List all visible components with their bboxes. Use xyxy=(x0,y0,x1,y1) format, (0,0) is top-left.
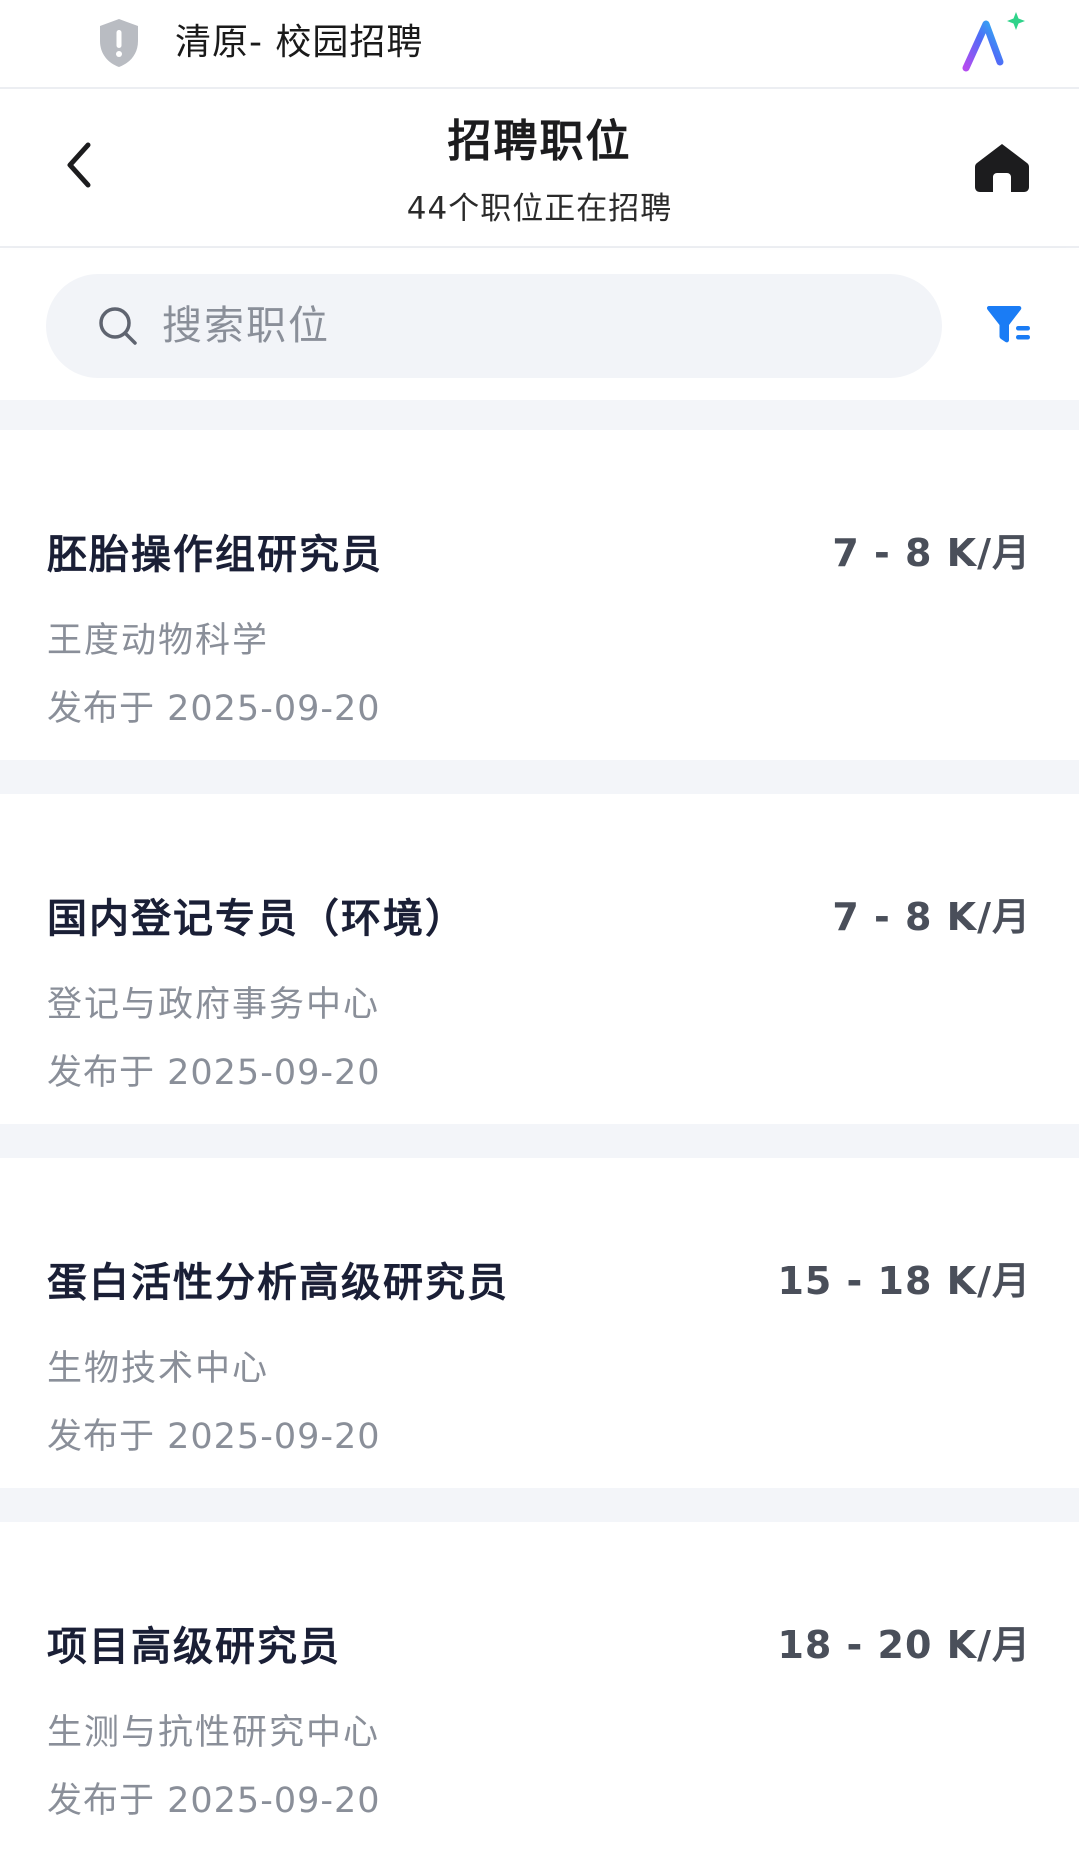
job-title: 项目高级研究员 xyxy=(47,1624,341,1670)
position-count: 44个职位正在招聘 xyxy=(406,191,673,227)
browser-top-bar: 清原- 校园招聘 xyxy=(0,0,1079,89)
job-title: 国内登记专员（环境） xyxy=(47,896,467,942)
shield-alert-icon[interactable] xyxy=(96,17,142,69)
job-salary: 15 - 18 K/月 xyxy=(777,1259,1031,1303)
job-post-date: 发布于 2025-09-20 xyxy=(47,1781,381,1821)
page-title: 招聘职位 xyxy=(447,116,632,167)
site-name: 清原- 校园招聘 xyxy=(175,22,424,63)
job-post-date: 发布于 2025-09-20 xyxy=(47,1417,381,1457)
job-card[interactable]: 胚胎操作组研究员 7 - 8 K/月 王度动物科学 发布于 2025-09-20 xyxy=(0,430,1079,760)
search-input[interactable] xyxy=(160,290,900,362)
ai-sparkle-icon[interactable] xyxy=(960,10,1030,76)
job-salary: 18 - 20 K/月 xyxy=(777,1623,1031,1667)
job-card[interactable]: 项目高级研究员 18 - 20 K/月 生测与抗性研究中心 发布于 2025-0… xyxy=(0,1522,1079,1849)
job-salary: 7 - 8 K/月 xyxy=(832,531,1031,575)
job-department: 王度动物科学 xyxy=(47,621,270,661)
search-bar xyxy=(0,250,1079,400)
job-department: 生测与抗性研究中心 xyxy=(47,1713,381,1753)
job-salary: 7 - 8 K/月 xyxy=(832,895,1031,939)
job-post-date: 发布于 2025-09-20 xyxy=(47,689,381,729)
home-icon[interactable] xyxy=(974,141,1030,193)
search-box[interactable] xyxy=(46,274,942,378)
page-header: 招聘职位 44个职位正在招聘 xyxy=(0,91,1079,248)
job-department: 生物技术中心 xyxy=(47,1349,270,1389)
job-title: 胚胎操作组研究员 xyxy=(47,532,383,578)
job-list: 胚胎操作组研究员 7 - 8 K/月 王度动物科学 发布于 2025-09-20… xyxy=(0,400,1079,1849)
search-icon xyxy=(99,307,137,345)
filter-icon[interactable] xyxy=(986,300,1034,348)
job-title: 蛋白活性分析高级研究员 xyxy=(47,1260,509,1306)
job-department: 登记与政府事务中心 xyxy=(47,985,381,1025)
job-post-date: 发布于 2025-09-20 xyxy=(47,1053,381,1093)
job-card[interactable]: 蛋白活性分析高级研究员 15 - 18 K/月 生物技术中心 发布于 2025-… xyxy=(0,1158,1079,1488)
job-card[interactable]: 国内登记专员（环境） 7 - 8 K/月 登记与政府事务中心 发布于 2025-… xyxy=(0,794,1079,1124)
